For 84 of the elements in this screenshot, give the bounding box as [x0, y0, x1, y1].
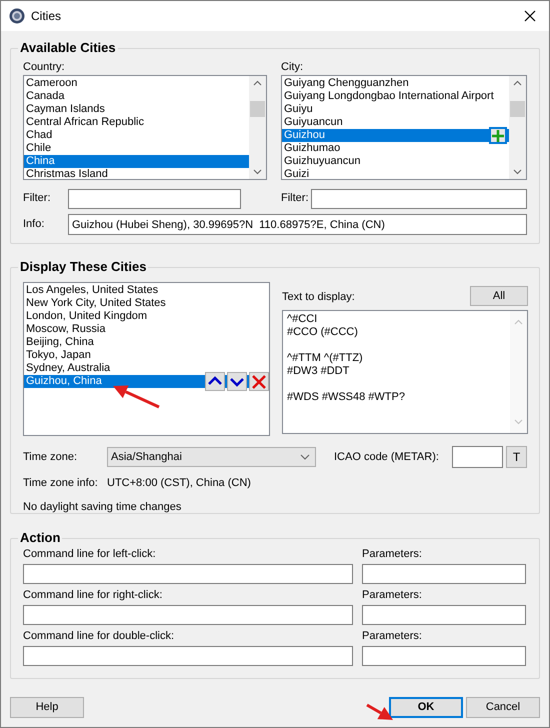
dialog-button[interactable]: Help — [10, 697, 84, 718]
command-field[interactable] — [23, 564, 353, 584]
list-item[interactable]: Guiyu — [282, 103, 509, 116]
field-label: Parameters: — [362, 548, 423, 561]
chevron-down-icon — [300, 454, 310, 460]
dialog-button[interactable]: OK — [389, 697, 463, 718]
list-box[interactable]: Guiyang Chengguanzhen Guiyang Longdongbao International Airport Guiyu Guiyuancun Guizhou Guizhumao Guizhuyuancun Guizi — [281, 75, 527, 180]
list-box[interactable]: Los Angeles, United States New York City, United States London, United Kingdom Moscow, Russia Beijing, China Tokyo, Japan Sydney, Australia Guizhou, China — [23, 282, 270, 436]
filter-field[interactable] — [311, 188, 527, 208]
up-button[interactable] — [205, 372, 225, 391]
delete-icon — [251, 374, 267, 390]
info-field[interactable]: Guizhou (Hubei Sheng), 30.99695?N 110.68975?E, China (CN) — [68, 214, 527, 235]
field-label: City: — [281, 60, 304, 75]
list-item[interactable]: Christmas Island — [24, 168, 249, 179]
list-item[interactable]: Moscow, Russia — [24, 323, 269, 336]
field-label: Country: — [23, 60, 66, 75]
info-text: UTC+8:00 (CST), China (CN) — [107, 476, 251, 491]
field-label: Text to display: — [282, 290, 355, 305]
list-item[interactable]: Cayman Islands — [24, 103, 249, 116]
field-label: Parameters: — [362, 630, 423, 643]
list-item[interactable]: Guiyang Longdongbao International Airport — [282, 90, 509, 103]
scroll-up-icon[interactable] — [513, 80, 522, 86]
info-text: No daylight saving time changes — [23, 500, 182, 512]
field-label: Command line for double-click: — [23, 630, 176, 643]
command-field[interactable] — [23, 646, 353, 666]
field-label: Parameters: — [362, 589, 423, 602]
field-label: Time zone: — [23, 450, 78, 465]
annotation-arrow — [366, 704, 393, 720]
scroll-down-icon — [514, 419, 523, 425]
text-area[interactable]: ^#CCI #CCO (#CCC) ^#TTM ^(#TTZ) #DW3 #DDT #WDS #WSS48 #WTP? — [282, 310, 528, 434]
list-item[interactable]: China — [24, 155, 249, 168]
parameters-field[interactable] — [362, 646, 526, 666]
parameters-field[interactable] — [362, 564, 526, 584]
close-icon[interactable] — [523, 9, 537, 23]
field-label: Command line for left-click: — [23, 548, 157, 561]
list-item[interactable]: London, United Kingdom — [24, 310, 269, 323]
list-item[interactable]: Guizhou — [282, 129, 509, 142]
scroll-up-icon — [514, 319, 523, 325]
field-label: ICAO code (METAR): — [334, 450, 440, 465]
field-label: Time zone info: — [23, 476, 99, 491]
down-button[interactable] — [227, 372, 247, 391]
scroll-down-icon[interactable] — [253, 169, 262, 175]
field-label: Filter: — [23, 191, 52, 206]
list-item[interactable]: Chile — [24, 142, 249, 155]
delete-button[interactable] — [249, 372, 269, 391]
scroll-thumb[interactable] — [510, 101, 525, 117]
scroll-up-icon[interactable] — [253, 80, 262, 86]
list-item[interactable]: Guizhuyuancun — [282, 155, 509, 168]
scroll-thumb[interactable] — [250, 101, 265, 117]
list-box[interactable]: Cameroon Canada Cayman Islands Central African Republic Chad Chile China Christmas Island — [23, 75, 267, 180]
parameters-field[interactable] — [362, 605, 526, 625]
metar-button[interactable]: T — [506, 446, 527, 468]
field-label: Info: — [23, 217, 46, 232]
field-label: Filter: — [280, 191, 310, 206]
scrollbar[interactable] — [509, 76, 526, 179]
list-item[interactable]: Chad — [24, 129, 249, 142]
add-button[interactable] — [489, 127, 507, 144]
list-item[interactable]: Tokyo, Japan — [24, 349, 269, 362]
window-title: Cities — [31, 8, 62, 25]
annotation-arrow — [113, 385, 160, 408]
group-title: Display These Cities — [18, 259, 148, 275]
scroll-down-icon[interactable] — [513, 169, 522, 175]
list-item[interactable]: Central African Republic — [24, 116, 249, 129]
list-item[interactable]: Guizhou, China — [24, 375, 269, 388]
list-item[interactable]: Sydney, Australia — [24, 362, 269, 375]
list-item[interactable]: Beijing, China — [24, 336, 269, 349]
command-field[interactable] — [23, 605, 353, 625]
list-item[interactable]: Canada — [24, 90, 249, 103]
list-item[interactable]: Guizi — [282, 168, 509, 179]
list-item[interactable]: Cameroon — [24, 77, 249, 90]
list-item[interactable]: Guiyang Chengguanzhen — [282, 77, 509, 90]
list-item[interactable]: Los Angeles, United States — [24, 284, 269, 297]
filter-field[interactable] — [68, 188, 241, 208]
scrollbar[interactable] — [249, 76, 266, 179]
timezone-dropdown[interactable]: Asia/Shanghai — [107, 447, 316, 467]
plus-icon — [492, 130, 504, 142]
all-button[interactable]: All — [470, 286, 528, 306]
icao-field[interactable] — [452, 446, 503, 468]
list-item[interactable]: New York City, United States — [24, 297, 269, 310]
dialog-button[interactable]: Cancel — [466, 697, 540, 718]
list-item[interactable]: Guiyuancun — [282, 116, 509, 129]
field-label: Command line for right-click: — [23, 589, 164, 602]
app-icon — [9, 8, 25, 24]
list-item[interactable]: Guizhumao — [282, 142, 509, 155]
